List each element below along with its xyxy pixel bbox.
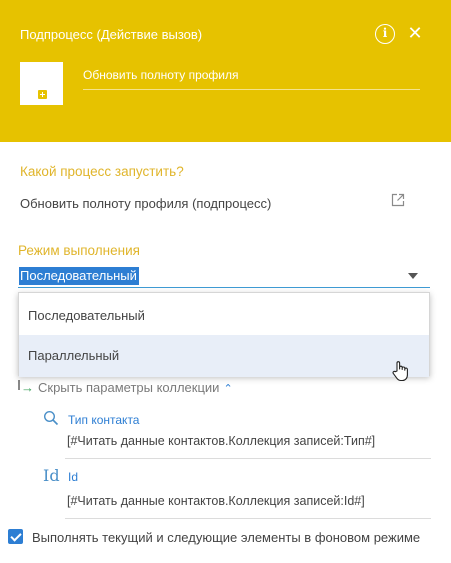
param-value-contact-type[interactable]: [#Читать данные контактов.Коллекция запи… — [65, 433, 431, 459]
close-icon[interactable]: ✕ — [407, 23, 423, 43]
element-header: Подпроцесс (Действие вызов) i ✕ Обновить… — [0, 0, 451, 142]
param-name-id: Id — [68, 470, 79, 484]
mode-label: Режим выполнения — [18, 243, 140, 258]
hide-collection-params-link[interactable]: → Скрыть параметры коллекции ⌃ — [21, 380, 233, 395]
header-title: Подпроцесс (Действие вызов) — [20, 27, 203, 42]
mode-dropdown-list: Последовательный Параллельный — [18, 292, 430, 377]
background-mode-label: Выполнять текущий и следующие элементы в… — [32, 530, 421, 545]
element-name-field[interactable]: Обновить полноту профиля — [83, 66, 420, 90]
chevron-down-icon[interactable] — [408, 273, 418, 279]
process-value[interactable]: Обновить полноту профиля (подпроцесс) — [20, 196, 271, 211]
id-icon: Id — [43, 466, 60, 485]
hand-cursor-icon — [392, 361, 408, 382]
dropdown-option-parallel[interactable]: Параллельный — [19, 335, 429, 377]
info-icon[interactable]: i — [375, 24, 395, 44]
partially-hidden-checkbox — [18, 380, 20, 390]
mode-select-value: Последовательный — [19, 267, 139, 285]
arrow-right-icon: → — [21, 380, 34, 395]
open-link-icon[interactable] — [391, 193, 405, 207]
mode-select[interactable]: Последовательный — [18, 264, 430, 288]
background-mode-checkbox[interactable] — [8, 529, 23, 544]
search-icon — [43, 410, 59, 426]
process-label: Какой процесс запустить? — [20, 164, 184, 179]
add-image-icon — [38, 90, 47, 99]
param-name-contact-type: Тип контакта — [68, 413, 140, 427]
element-image-placeholder[interactable] — [20, 62, 63, 105]
dropdown-option-sequential[interactable]: Последовательный — [19, 295, 429, 337]
hide-collection-params-label: Скрыть параметры коллекции — [38, 380, 220, 395]
chevron-up-icon: ⌃ — [223, 383, 233, 395]
param-value-id[interactable]: [#Читать данные контактов.Коллекция запи… — [65, 493, 431, 519]
